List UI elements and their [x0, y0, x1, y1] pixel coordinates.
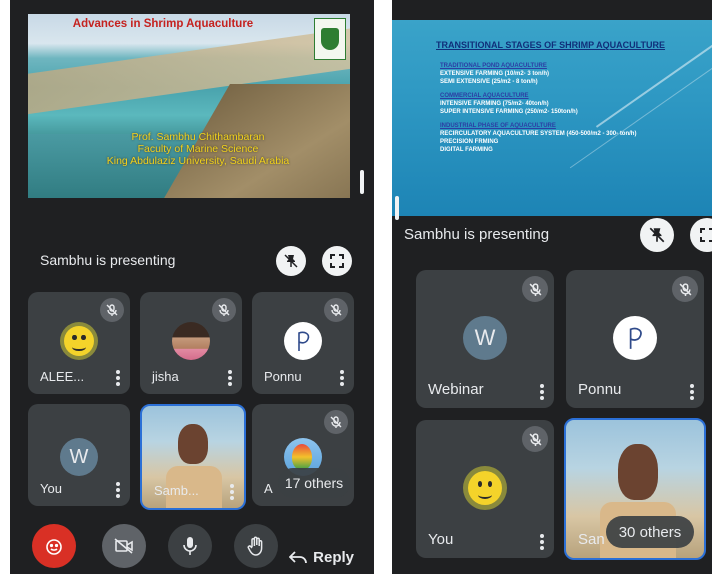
- presentation-slide-left: Advances in Shrimp Aquaculture Prof. Sam…: [28, 14, 350, 198]
- emoji-icon: [46, 539, 62, 555]
- mic-off-icon: [522, 276, 548, 302]
- presenting-label: Sambhu is presenting: [404, 226, 550, 243]
- others-count[interactable]: 17 others: [278, 468, 350, 498]
- slide-credit-line: Faculty of Marine Science: [137, 143, 259, 155]
- participant-tile[interactable]: A 17 others: [252, 404, 354, 506]
- participant-video-tile[interactable]: Samb...: [140, 404, 246, 510]
- more-vert-icon[interactable]: [540, 534, 544, 550]
- fullscreen-icon: [330, 254, 344, 268]
- slide-credit-line: King Abdulaziz University, Saudi Arabia: [106, 155, 290, 167]
- participant-name: ALEE...: [40, 369, 85, 384]
- mic-off-icon: [672, 276, 698, 302]
- reply-button[interactable]: Reply: [289, 549, 354, 566]
- participant-name: San: [578, 531, 605, 548]
- more-vert-icon[interactable]: [230, 484, 234, 500]
- participant-name: Samb...: [154, 483, 199, 498]
- right-phone-screen: TRANSITIONAL STAGES OF SHRIMP AQUACULTUR…: [392, 0, 712, 574]
- camera-off-icon: [114, 538, 133, 554]
- participant-name: Webinar: [428, 381, 484, 398]
- presentation-slide-right: TRANSITIONAL STAGES OF SHRIMP AQUACULTUR…: [392, 20, 712, 216]
- fullscreen-button[interactable]: [690, 218, 712, 252]
- others-count[interactable]: 30 others: [606, 516, 694, 548]
- slide-bullet: RECIRCULATORY AQUACULTURE SYSTEM (450-50…: [440, 131, 637, 137]
- slide-heading: TRANSITIONAL STAGES OF SHRIMP AQUACULTUR…: [436, 40, 666, 50]
- participant-tile[interactable]: You: [416, 420, 554, 558]
- camera-toggle-button[interactable]: [102, 524, 146, 568]
- slide-section-title: COMMERCIAL AQUACULTURE: [440, 93, 529, 99]
- university-logo: [314, 18, 346, 60]
- mic-off-icon: [324, 298, 348, 322]
- end-call-button[interactable]: [32, 524, 76, 568]
- mic-off-icon: [100, 298, 124, 322]
- slide-title: Advances in Shrimp Aquaculture: [72, 18, 254, 30]
- scrollbar[interactable]: [360, 170, 364, 194]
- slide-bullet-list: TRADITIONAL POND AQUACULTURE EXTENSIVE F…: [440, 62, 636, 154]
- participant-name: jisha: [152, 369, 179, 384]
- photo-avatar: [172, 322, 210, 360]
- participant-name: You: [428, 531, 454, 548]
- participant-tile[interactable]: W You: [28, 404, 130, 506]
- slide-section-title: INDUSTRIAL PHASE OF AQUACULTURE: [440, 123, 556, 129]
- slide-bullet: SEMI EXTENSIVE (25/m2 - 8 ton/h): [440, 79, 538, 85]
- raise-hand-button[interactable]: [234, 524, 278, 568]
- pin-off-icon: [649, 227, 665, 243]
- more-vert-icon[interactable]: [340, 370, 344, 386]
- slide-bullet: INTENSIVE FARMING (75/m2- 40ton/h): [440, 101, 549, 107]
- mic-toggle-button[interactable]: [168, 524, 212, 568]
- letter-p-avatar: [613, 316, 657, 360]
- reply-label: Reply: [313, 549, 354, 566]
- presenting-label: Sambhu is presenting: [40, 252, 176, 268]
- more-vert-icon[interactable]: [540, 384, 544, 400]
- slide-bullet: SUPER INTENSIVE FARMING (250/m2- 150ton/…: [440, 109, 578, 115]
- smiley-avatar: [463, 466, 507, 510]
- slide-section-title: TRADITIONAL POND AQUACULTURE: [440, 63, 547, 69]
- video-person-head: [178, 424, 208, 464]
- reply-arrow-icon: [289, 550, 308, 563]
- slide-credit-line: Prof. Sambhu Chithambaran: [131, 131, 265, 143]
- participant-tile[interactable]: W Webinar: [416, 270, 554, 408]
- slide-bullet: PRECISION FRMING: [440, 139, 499, 145]
- scrollbar[interactable]: [395, 196, 399, 220]
- mic-off-icon: [522, 426, 548, 452]
- mic-off-icon: [324, 410, 348, 434]
- participant-tile[interactable]: Ponnu: [252, 292, 354, 394]
- call-controls-bar: Reply: [10, 522, 374, 574]
- more-vert-icon[interactable]: [116, 482, 120, 498]
- letter-avatar: W: [60, 438, 98, 476]
- participant-name: Ponnu: [578, 381, 622, 398]
- unpin-button[interactable]: [640, 218, 674, 252]
- raise-hand-icon: [247, 536, 263, 556]
- smiley-avatar: [60, 322, 98, 360]
- unpin-button[interactable]: [276, 246, 306, 276]
- participant-video-tile[interactable]: San 30 others: [564, 418, 706, 560]
- slide-bullet: EXTENSIVE FARMING (10/m2- 3 ton/h): [440, 71, 550, 77]
- pin-off-icon: [284, 254, 298, 268]
- letter-p-avatar: [284, 322, 322, 360]
- participant-tile[interactable]: Ponnu: [566, 270, 704, 408]
- left-phone-screen: Advances in Shrimp Aquaculture Prof. Sam…: [10, 0, 374, 574]
- mic-off-icon: [212, 298, 236, 322]
- fullscreen-icon: [700, 228, 712, 242]
- participant-name: Ponnu: [264, 369, 302, 384]
- more-vert-icon[interactable]: [690, 384, 694, 400]
- mic-icon: [183, 537, 197, 555]
- slide-credit: Prof. Sambhu Chithambaran Faculty of Mar…: [48, 131, 348, 167]
- participant-name: You: [40, 481, 62, 496]
- letter-avatar: W: [463, 316, 507, 360]
- more-vert-icon[interactable]: [228, 370, 232, 386]
- participant-name: A: [264, 481, 273, 496]
- participant-tile[interactable]: jisha: [140, 292, 242, 394]
- fullscreen-button[interactable]: [322, 246, 352, 276]
- video-person-head: [618, 444, 658, 500]
- more-vert-icon[interactable]: [116, 370, 120, 386]
- slide-bullet: DIGITAL FARMING: [440, 147, 493, 153]
- participant-tile[interactable]: ALEE...: [28, 292, 130, 394]
